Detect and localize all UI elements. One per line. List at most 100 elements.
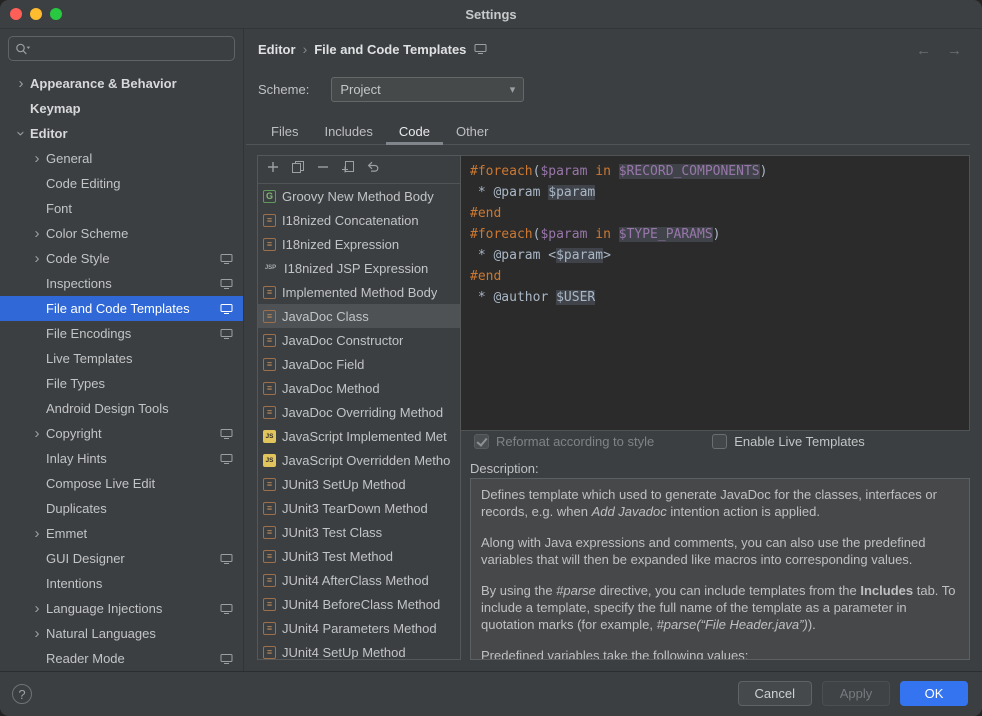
chevron-right-icon[interactable]: › [28, 526, 46, 541]
live-templates-checkbox[interactable] [712, 434, 727, 449]
ok-button[interactable]: OK [900, 681, 968, 706]
template-icon: ≡ [263, 526, 276, 539]
reformat-label: Reformat according to style [496, 434, 654, 449]
sidebar-item-duplicates[interactable]: Duplicates [0, 496, 243, 521]
sidebar-item-appearance-behavior[interactable]: ›Appearance & Behavior [0, 71, 243, 96]
chevron-right-icon[interactable]: › [28, 251, 46, 266]
template-name: JavaDoc Class [282, 309, 369, 324]
add-template-button[interactable] [265, 162, 280, 177]
copy-icon [291, 160, 305, 179]
template-list-item-i18nized-concatenation[interactable]: ≡I18nized Concatenation [258, 208, 460, 232]
sidebar-item-code-style[interactable]: ›Code Style [0, 246, 243, 271]
breadcrumb-section[interactable]: Editor [258, 42, 296, 57]
tab-other[interactable]: Other [443, 118, 502, 145]
reset-templates-button[interactable] [365, 162, 380, 177]
footer-buttons: Cancel Apply OK [738, 681, 968, 706]
template-list-item-i18nized-jsp-expression[interactable]: JSPI18nized JSP Expression [258, 256, 460, 280]
apply-button[interactable]: Apply [822, 681, 890, 706]
template-icon: ≡ [263, 214, 276, 227]
sidebar-item-label: Emmet [46, 526, 87, 541]
template-list-item-javadoc-class[interactable]: ≡JavaDoc Class [258, 304, 460, 328]
sidebar-item-file-encodings[interactable]: File Encodings [0, 321, 243, 346]
template-list-item-i18nized-expression[interactable]: ≡I18nized Expression [258, 232, 460, 256]
sidebar-item-compose-live-edit[interactable]: Compose Live Edit [0, 471, 243, 496]
description-box: Defines template which used to generate … [470, 478, 970, 660]
screen-icon [220, 653, 233, 665]
plus-icon [266, 160, 280, 179]
template-list-item-javadoc-method[interactable]: ≡JavaDoc Method [258, 376, 460, 400]
sidebar: ›Appearance & Behavior Keymap ›Editor›Gene… [0, 28, 244, 672]
sidebar-item-color-scheme[interactable]: ›Color Scheme [0, 221, 243, 246]
forward-button[interactable]: → [947, 42, 962, 59]
chevron-right-icon[interactable]: › [28, 626, 46, 641]
js-icon: JS [263, 430, 276, 443]
description-paragraph: Defines template which used to generate … [481, 486, 959, 520]
sidebar-item-inspections[interactable]: Inspections [0, 271, 243, 296]
chevron-right-icon[interactable]: › [28, 226, 46, 241]
template-list-item-junit3-setup-method[interactable]: ≡JUnit3 SetUp Method [258, 472, 460, 496]
chevron-right-icon[interactable]: › [28, 601, 46, 616]
duplicate-template-button[interactable] [340, 162, 355, 177]
template-list-item-junit3-test-method[interactable]: ≡JUnit3 Test Method [258, 544, 460, 568]
settings-search[interactable] [8, 36, 235, 61]
template-list-item-javadoc-field[interactable]: ≡JavaDoc Field [258, 352, 460, 376]
copy-template-button[interactable] [290, 162, 305, 177]
template-list-item-implemented-method-body[interactable]: ≡Implemented Method Body [258, 280, 460, 304]
chevron-right-icon[interactable]: › [28, 426, 46, 441]
chevron-right-icon[interactable]: › [28, 151, 46, 166]
template-list-item-javascript-overridden-metho[interactable]: JSJavaScript Overridden Metho [258, 448, 460, 472]
template-toolbar [258, 156, 460, 184]
template-list-item-junit4-setup-method[interactable]: ≡JUnit4 SetUp Method [258, 640, 460, 659]
template-list-item-junit4-afterclass-method[interactable]: ≡JUnit4 AfterClass Method [258, 568, 460, 592]
template-list-item-junit3-test-class[interactable]: ≡JUnit3 Test Class [258, 520, 460, 544]
back-button[interactable]: ← [916, 42, 931, 59]
sidebar-item-label: Inlay Hints [46, 451, 107, 466]
sidebar-item-file-and-code-templates[interactable]: File and Code Templates [0, 296, 243, 321]
help-button[interactable]: ? [12, 684, 32, 704]
scheme-value: Project [340, 82, 380, 97]
sidebar-item-language-injections[interactable]: ›Language Injections [0, 596, 243, 621]
tab-includes[interactable]: Includes [311, 118, 385, 145]
sidebar-item-code-editing[interactable]: Code Editing [0, 171, 243, 196]
template-list-item-groovy-new-method-body[interactable]: GGroovy New Method Body [258, 184, 460, 208]
sidebar-item-font[interactable]: Font [0, 196, 243, 221]
template-editor[interactable]: #foreach($param in $RECORD_COMPONENTS) *… [461, 155, 970, 431]
sidebar-item-general[interactable]: ›General [0, 146, 243, 171]
search-input[interactable] [35, 40, 228, 57]
template-list-item-junit3-teardown-method[interactable]: ≡JUnit3 TearDown Method [258, 496, 460, 520]
chevron-down-icon[interactable]: › [14, 125, 29, 143]
scheme-select[interactable]: Project ▾ [331, 77, 524, 102]
sidebar-item-copyright[interactable]: ›Copyright [0, 421, 243, 446]
sidebar-item-natural-languages[interactable]: ›Natural Languages [0, 621, 243, 646]
sidebar-item-inlay-hints[interactable]: Inlay Hints [0, 446, 243, 471]
template-list-item-junit4-parameters-method[interactable]: ≡JUnit4 Parameters Method [258, 616, 460, 640]
sidebar-item-label: Color Scheme [46, 226, 128, 241]
live-templates-option[interactable]: Enable Live Templates [712, 434, 865, 449]
sidebar-item-editor[interactable]: ›Editor [0, 121, 243, 146]
remove-template-button[interactable] [315, 162, 330, 177]
sidebar-item-live-templates[interactable]: Live Templates [0, 346, 243, 371]
reformat-checkbox[interactable] [474, 434, 489, 449]
sidebar-item-keymap[interactable]: Keymap [0, 96, 243, 121]
template-list-item-javadoc-constructor[interactable]: ≡JavaDoc Constructor [258, 328, 460, 352]
tab-code[interactable]: Code [386, 118, 443, 145]
tab-files[interactable]: Files [258, 118, 311, 145]
sidebar-item-reader-mode[interactable]: Reader Mode [0, 646, 243, 671]
template-list-item-javascript-implemented-met[interactable]: JSJavaScript Implemented Met [258, 424, 460, 448]
template-icon: ≡ [263, 574, 276, 587]
sidebar-item-emmet[interactable]: ›Emmet [0, 521, 243, 546]
template-list-item-javadoc-overriding-method[interactable]: ≡JavaDoc Overriding Method [258, 400, 460, 424]
cancel-button[interactable]: Cancel [738, 681, 812, 706]
minus-icon [316, 160, 330, 179]
search-icon [15, 42, 31, 56]
sidebar-item-intentions[interactable]: Intentions [0, 571, 243, 596]
chevron-right-icon[interactable]: › [12, 76, 30, 91]
template-list-item-junit4-beforeclass-method[interactable]: ≡JUnit4 BeforeClass Method [258, 592, 460, 616]
sidebar-item-android-design-tools[interactable]: Android Design Tools [0, 396, 243, 421]
sidebar-item-label: Duplicates [46, 501, 107, 516]
sidebar-item-file-types[interactable]: File Types [0, 371, 243, 396]
code-line: #foreach($param in $RECORD_COMPONENTS) [470, 161, 969, 182]
reformat-option[interactable]: Reformat according to style [474, 434, 654, 449]
sidebar-item-label: Keymap [30, 101, 81, 116]
sidebar-item-gui-designer[interactable]: GUI Designer [0, 546, 243, 571]
